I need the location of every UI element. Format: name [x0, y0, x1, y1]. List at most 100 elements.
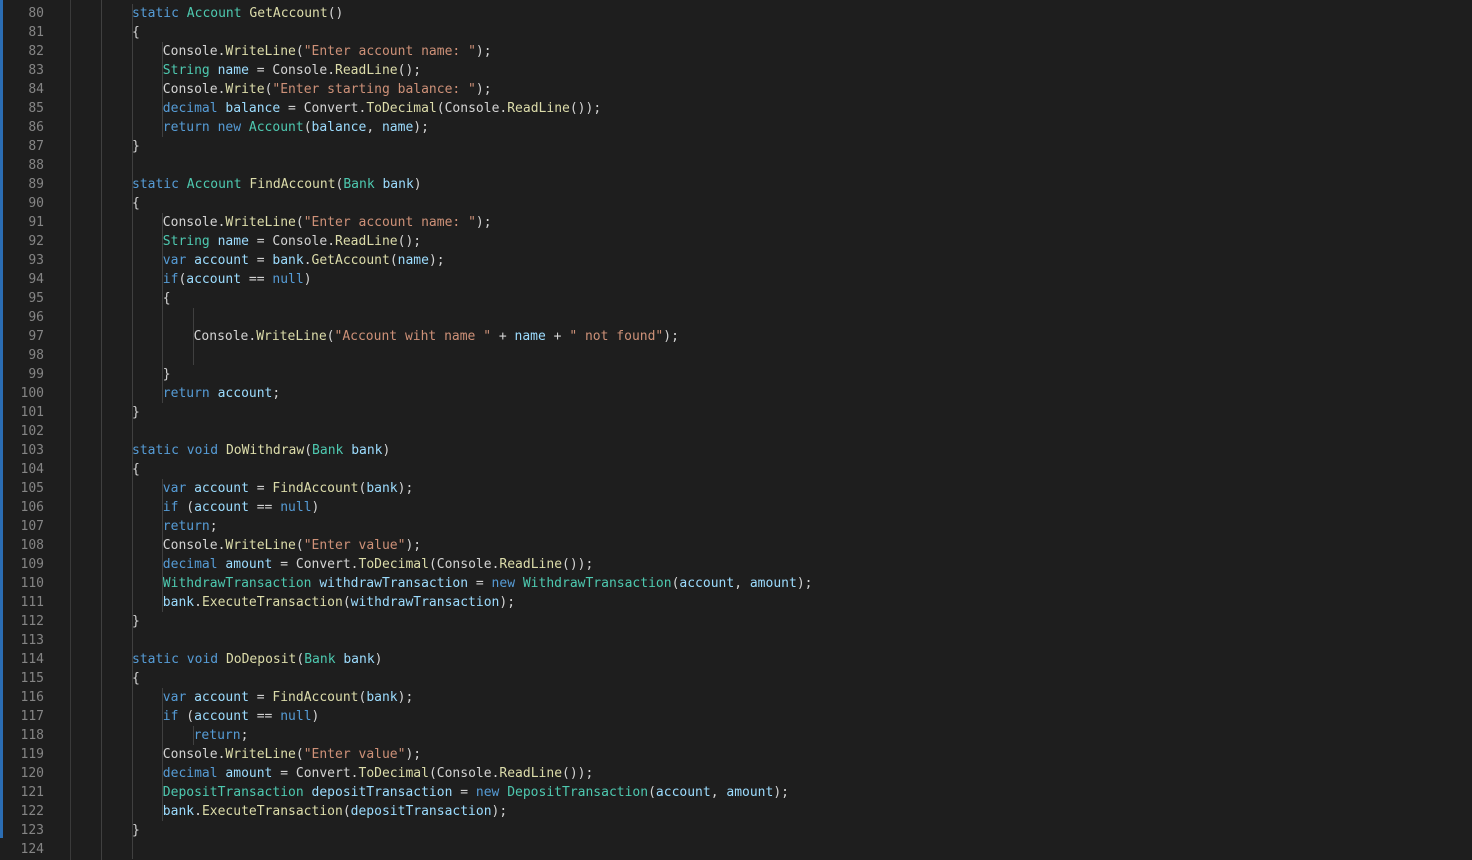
line-number: 91: [28, 215, 44, 230]
code-token: );: [499, 595, 516, 610]
code-token: (: [295, 747, 304, 762]
code-line[interactable]: static void DoWithdraw(Bank bank): [101, 441, 1472, 460]
line-number: 116: [20, 690, 44, 705]
code-line[interactable]: var account = FindAccount(bank);: [101, 688, 1472, 707]
code-token: name: [514, 329, 546, 344]
line-number-gutter[interactable]: 80 81 82 83 84 85 86 87 88 89 90 91 92 93 94 95 96 97 98 99…: [0, 4, 70, 859]
code-token: String: [162, 234, 218, 249]
code-line[interactable]: static Account GetAccount(): [101, 4, 1472, 23]
code-line[interactable]: static Account FindAccount(Bank bank): [101, 175, 1472, 194]
code-token: withdrawTransaction: [319, 576, 469, 591]
indent-guide: [162, 213, 163, 403]
code-token: WriteLine: [225, 215, 296, 230]
code-line[interactable]: {: [101, 194, 1472, 213]
code-token: account: [679, 576, 735, 591]
code-token: ReadLine: [499, 766, 563, 781]
code-line[interactable]: Console.WriteLine("Enter account name: "…: [101, 213, 1472, 232]
code-line[interactable]: [101, 346, 1472, 365]
code-line[interactable]: Console.WriteLine("Enter account name: "…: [101, 42, 1472, 61]
code-line[interactable]: }: [101, 365, 1472, 384]
code-token: depositTransaction: [311, 785, 453, 800]
line-number: 98: [28, 348, 44, 363]
code-token: var: [162, 253, 195, 268]
code-token: WriteLine: [225, 44, 296, 59]
code-line[interactable]: decimal balance = Convert.ToDecimal(Cons…: [101, 99, 1472, 118]
code-line[interactable]: }: [101, 821, 1472, 840]
line-number: 94: [28, 272, 44, 287]
code-token: "Enter starting balance: ": [272, 82, 476, 97]
code-token: (): [327, 6, 344, 21]
code-token: ,: [710, 785, 727, 800]
code-token: =: [248, 690, 273, 705]
code-line[interactable]: Console.WriteLine("Enter value");: [101, 745, 1472, 764]
code-token: void: [186, 652, 226, 667]
code-line[interactable]: String name = Console.ReadLine();: [101, 61, 1472, 80]
code-token: ReadLine: [507, 101, 570, 116]
code-token: Convert: [295, 766, 351, 781]
code-token: bank: [343, 652, 375, 667]
line-number: 120: [20, 766, 44, 781]
code-token: decimal: [162, 101, 226, 116]
code-token: );: [475, 44, 492, 59]
code-token: ): [303, 272, 312, 287]
code-line[interactable]: Console.WriteLine("Account wiht name " +…: [101, 327, 1472, 346]
code-token: Convert: [295, 557, 351, 572]
code-token: {: [132, 671, 140, 686]
code-line[interactable]: [101, 631, 1472, 650]
code-token: static: [132, 443, 187, 458]
code-line[interactable]: [101, 840, 1472, 859]
code-line[interactable]: if (account == null): [101, 707, 1472, 726]
code-line[interactable]: {: [101, 460, 1472, 479]
line-number: 97: [28, 329, 44, 344]
code-line[interactable]: }: [101, 612, 1472, 631]
code-token: Account: [248, 120, 304, 135]
code-line[interactable]: return;: [101, 726, 1472, 745]
code-line[interactable]: var account = bank.GetAccount(name);: [101, 251, 1472, 270]
code-line[interactable]: Console.Write("Enter starting balance: "…: [101, 80, 1472, 99]
code-token: FindAccount: [272, 690, 359, 705]
code-line[interactable]: {: [101, 289, 1472, 308]
code-token: null: [280, 709, 312, 724]
code-line[interactable]: DepositTransaction depositTransaction = …: [101, 783, 1472, 802]
code-line[interactable]: bank.ExecuteTransaction(withdrawTransact…: [101, 593, 1472, 612]
code-line[interactable]: [101, 156, 1472, 175]
code-line[interactable]: [101, 422, 1472, 441]
code-line[interactable]: return new Account(balance, name);: [101, 118, 1472, 137]
code-line[interactable]: Console.WriteLine("Enter value");: [101, 536, 1472, 555]
code-token: new: [475, 785, 508, 800]
code-line[interactable]: String name = Console.ReadLine();: [101, 232, 1472, 251]
code-line[interactable]: if(account == null): [101, 270, 1472, 289]
code-line[interactable]: {: [101, 23, 1472, 42]
code-token: bank: [272, 253, 304, 268]
code-line[interactable]: var account = FindAccount(bank);: [101, 479, 1472, 498]
code-token: ,: [366, 120, 382, 135]
code-token: account: [186, 272, 242, 287]
code-token: ==: [241, 272, 273, 287]
code-token: Console: [162, 82, 218, 97]
code-token: "Enter value": [303, 538, 406, 553]
code-editor[interactable]: 80 81 82 83 84 85 86 87 88 89 90 91 92 93 94 95 96 97 98 99…: [0, 0, 1472, 860]
code-line[interactable]: decimal amount = Convert.ToDecimal(Conso…: [101, 764, 1472, 783]
code-token: .: [350, 766, 359, 781]
code-token: bank: [351, 443, 383, 458]
line-number: 92: [28, 234, 44, 249]
code-line[interactable]: [101, 308, 1472, 327]
code-area[interactable]: static Account GetAccount(){Console.Writ…: [101, 4, 1472, 859]
code-line[interactable]: {: [101, 669, 1472, 688]
code-line[interactable]: if (account == null): [101, 498, 1472, 517]
code-token: DepositTransaction: [162, 785, 312, 800]
code-line[interactable]: decimal amount = Convert.ToDecimal(Conso…: [101, 555, 1472, 574]
code-line[interactable]: WithdrawTransaction withdrawTransaction …: [101, 574, 1472, 593]
code-line[interactable]: }: [101, 137, 1472, 156]
code-line[interactable]: }: [101, 403, 1472, 422]
code-line[interactable]: return;: [101, 517, 1472, 536]
code-line[interactable]: return account;: [101, 384, 1472, 403]
code-token: ());: [562, 766, 594, 781]
code-token: balance: [225, 101, 281, 116]
code-line[interactable]: static void DoDeposit(Bank bank): [101, 650, 1472, 669]
code-token: .: [327, 63, 336, 78]
code-line[interactable]: bank.ExecuteTransaction(depositTransacti…: [101, 802, 1472, 821]
code-token: decimal: [162, 557, 226, 572]
code-token: GetAccount: [311, 253, 390, 268]
code-token: Console: [162, 747, 218, 762]
